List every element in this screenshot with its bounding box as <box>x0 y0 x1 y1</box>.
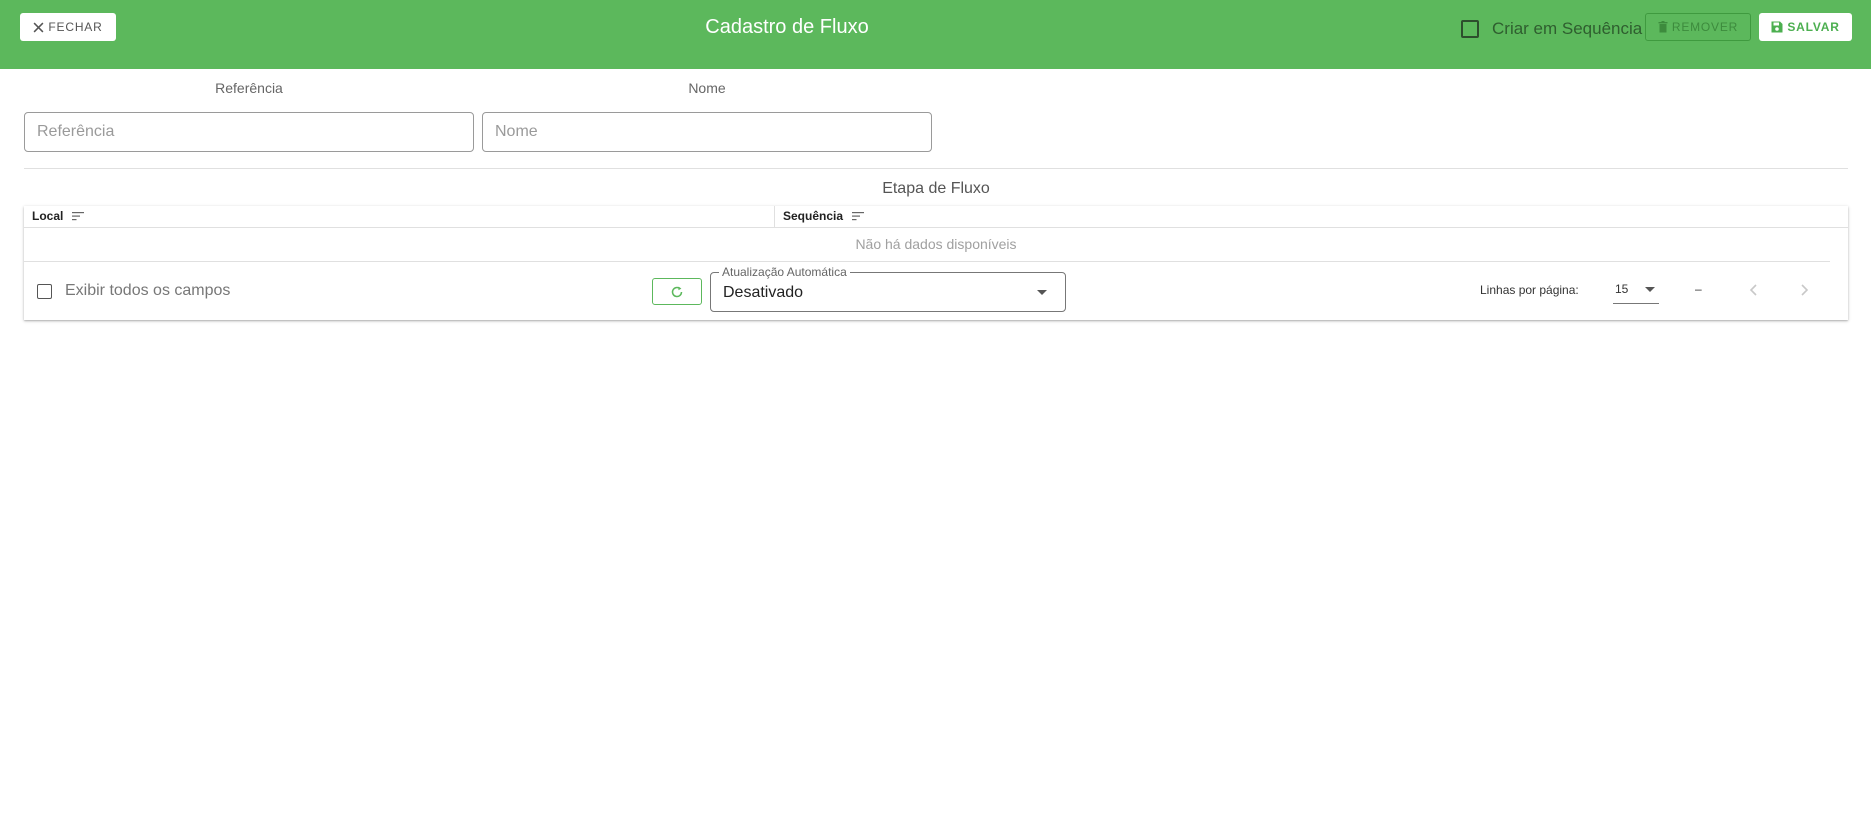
save-button-label: Salvar <box>1787 20 1840 34</box>
chevron-left-icon <box>1749 284 1757 296</box>
next-page-button[interactable] <box>1792 278 1816 302</box>
page-title: Cadastro de Fluxo <box>705 16 869 38</box>
auto-refresh-value: Desativado <box>723 284 804 301</box>
pagination-range: – <box>1695 282 1702 296</box>
column-header-sequencia[interactable]: Sequência <box>783 209 865 223</box>
referencia-input[interactable] <box>24 112 474 152</box>
referencia-label: Referência <box>215 80 283 96</box>
floppy-disk-icon <box>1771 21 1783 33</box>
save-button[interactable]: Salvar <box>1759 13 1852 41</box>
data-table: Local Sequência Não há dados disponíveis… <box>24 206 1848 320</box>
chevron-right-icon <box>1801 284 1809 296</box>
auto-refresh-legend: Atualização Automática <box>719 265 850 279</box>
sort-icon[interactable] <box>852 211 865 221</box>
column-header-label: Local <box>32 209 64 223</box>
remove-button[interactable]: Remover <box>1645 13 1751 41</box>
section-divider <box>24 168 1848 169</box>
top-app-bar: Fechar Cadastro de Fluxo Criar em Sequên… <box>0 0 1871 69</box>
show-all-fields-label: Exibir todos os campos <box>65 282 231 299</box>
column-header-local[interactable]: Local <box>32 209 85 223</box>
show-all-fields-checkbox[interactable]: Exibir todos os campos <box>37 282 230 300</box>
section-title: Etapa de Fluxo <box>882 180 990 197</box>
table-header: Local Sequência <box>24 206 1848 228</box>
nome-input[interactable] <box>482 112 932 152</box>
create-in-sequence-label: Criar em Sequência <box>1492 19 1643 38</box>
refresh-icon <box>671 286 683 297</box>
rows-per-page-value: 15 <box>1615 282 1629 296</box>
rows-per-page-label: Linhas por página: <box>1480 283 1579 297</box>
auto-refresh-select[interactable]: Atualização Automática Desativado <box>710 265 1066 312</box>
sort-icon[interactable] <box>72 211 85 221</box>
refresh-button[interactable] <box>652 278 702 305</box>
empty-state-text: Não há dados disponíveis <box>855 236 1017 252</box>
column-divider <box>774 206 775 228</box>
rows-per-page-select[interactable]: 15 <box>1613 276 1659 304</box>
row-divider <box>24 261 1830 262</box>
previous-page-button[interactable] <box>1742 278 1766 302</box>
chevron-down-icon <box>1645 287 1655 292</box>
nome-label: Nome <box>688 80 726 96</box>
remove-button-label: Remover <box>1671 20 1739 34</box>
checkbox-box[interactable] <box>37 283 52 299</box>
column-header-label: Sequência <box>783 209 844 223</box>
create-in-sequence-checkbox[interactable]: Criar em Sequência <box>1461 19 1642 39</box>
checkbox-box[interactable] <box>1461 20 1479 38</box>
chevron-down-icon <box>1037 290 1047 295</box>
trash-icon <box>1658 21 1668 33</box>
